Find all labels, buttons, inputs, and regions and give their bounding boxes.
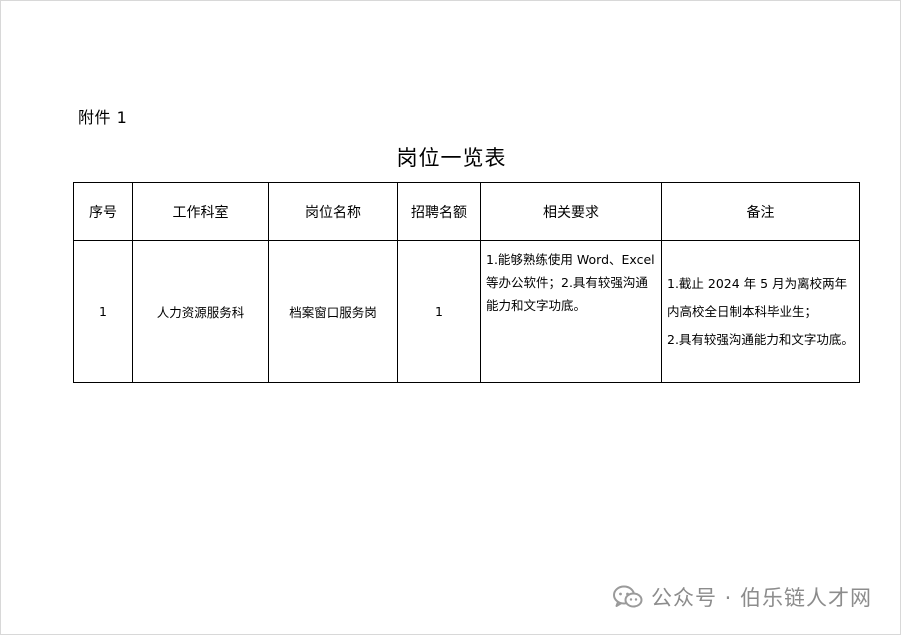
wechat-icon [612,585,643,608]
page-title: 岗位一览表 [396,146,507,170]
header-quota: 招聘名额 [397,182,481,241]
header-department: 工作科室 [132,182,269,241]
cell-department: 人力资源服务科 [132,240,269,383]
cell-quota: 1 [397,240,481,383]
header-requirements: 相关要求 [480,182,662,241]
attachment-label: 附件 1 [78,108,128,127]
watermark: 公众号 · 伯乐链人才网 [612,582,872,612]
cell-notes: 1.截止 2024 年 5 月为离校两年内高校全日制本科毕业生； 2.具有较强沟… [661,240,860,383]
header-position: 岗位名称 [268,182,398,241]
table-row: 1 人力资源服务科 档案窗口服务岗 1 1.能够熟练使用 Word、Excel … [73,240,860,383]
notes-line-1: 1.截止 2024 年 5 月为离校两年内高校全日制本科毕业生； [667,275,848,319]
document-page: 附件 1 岗位一览表 序号 工作科室 岗位名称 招聘名额 相关要求 备注 1 人… [0,0,901,635]
cell-position: 档案窗口服务岗 [268,240,398,383]
header-index: 序号 [73,182,133,241]
cell-index: 1 [73,240,133,383]
notes-line-2: 2.具有较强沟通能力和文字功底。 [667,331,854,347]
positions-table: 序号 工作科室 岗位名称 招聘名额 相关要求 备注 1 人力资源服务科 档案窗口… [73,182,860,383]
table-header-row: 序号 工作科室 岗位名称 招聘名额 相关要求 备注 [73,182,860,241]
watermark-text: 公众号 · 伯乐链人才网 [650,586,872,610]
header-notes: 备注 [661,182,860,241]
cell-requirements: 1.能够熟练使用 Word、Excel 等办公软件；2.具有较强沟通能力和文字功… [480,240,662,383]
